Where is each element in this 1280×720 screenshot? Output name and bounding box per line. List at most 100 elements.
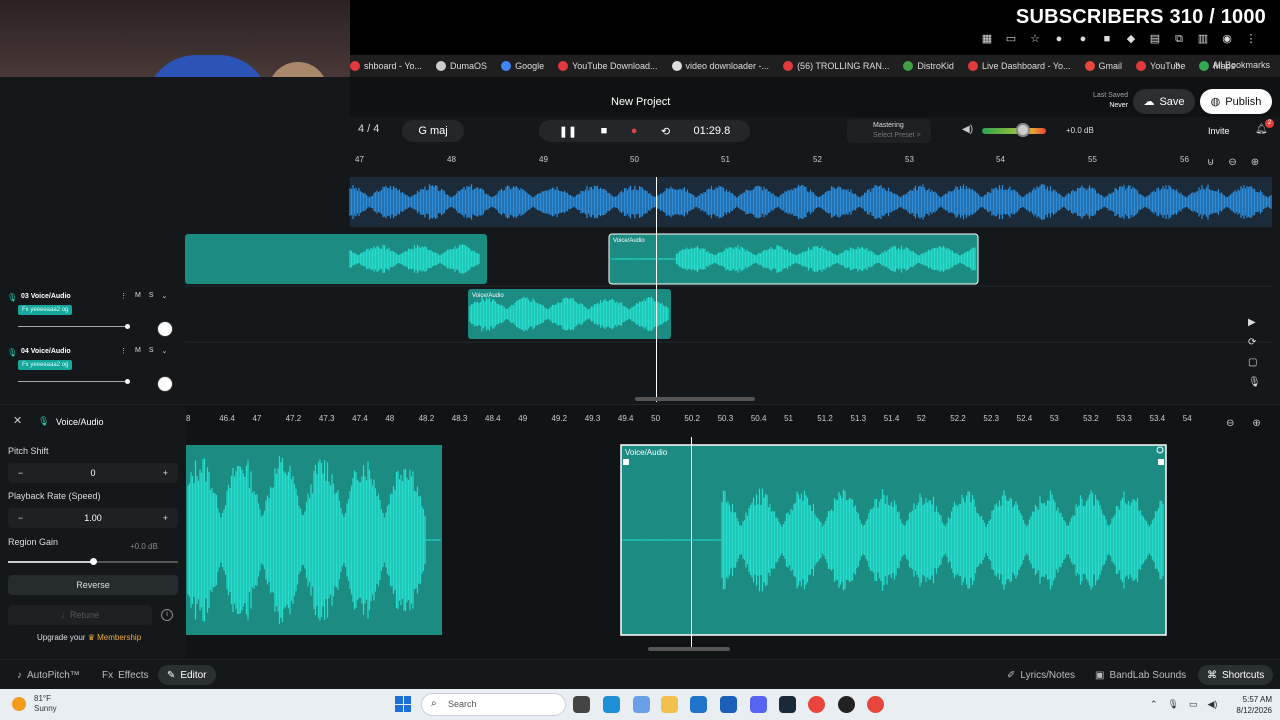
tab-editor[interactable]: ✎ Editor [158, 665, 216, 685]
network-icon[interactable]: ▭ [1189, 699, 1198, 710]
tab-effects[interactable]: Fx Effects [93, 665, 158, 685]
record-icon[interactable]: ● [631, 125, 638, 137]
extensions-puzzle-icon[interactable]: ⧉ [1172, 32, 1186, 46]
system-clock[interactable]: 5:57 AM 8/12/2026 [1222, 694, 1272, 716]
mute-volume-icon[interactable]: ◀) [962, 124, 973, 135]
tab-lyrics[interactable]: ✐ Lyrics/Notes [998, 665, 1084, 685]
region-gain-handle[interactable] [90, 558, 97, 565]
retune-button[interactable]: ♩ Retune [8, 605, 152, 625]
fx-chip[interactable]: Fx yeeeeaaa2 og [18, 305, 73, 315]
steam-icon[interactable] [779, 696, 796, 713]
track-volume-handle[interactable] [125, 324, 130, 329]
sidebar-icon[interactable]: ▥ [1196, 32, 1210, 46]
track-name[interactable]: 04 Voice/Audio [21, 348, 71, 355]
track-volume-slider[interactable] [18, 326, 128, 327]
clip-trim-handle-left[interactable] [623, 459, 629, 465]
zoom-in-icon[interactable]: ⊕ [1252, 418, 1260, 429]
tab-shortcuts[interactable]: ⌘ Shortcuts [1198, 665, 1274, 685]
weather-widget[interactable]: 81°F Sunny [34, 694, 57, 714]
bookmark-item[interactable]: video downloader -... [671, 61, 769, 71]
bookmark-item[interactable]: shboard - Yo... [350, 61, 422, 71]
zoom-out-icon[interactable]: ⊖ [1228, 157, 1236, 168]
close-icon[interactable]: ✕ [13, 414, 22, 427]
windows-start-icon[interactable] [395, 696, 411, 712]
clip-trim-handle-right[interactable] [1158, 459, 1164, 465]
chat-icon[interactable]: ▢ [1248, 357, 1261, 368]
pan-knob[interactable] [157, 376, 173, 392]
editor-scrollbar[interactable] [648, 647, 730, 651]
solo-button[interactable]: S [149, 292, 154, 300]
menu-kebab-icon[interactable]: ⋮ [1244, 32, 1258, 46]
master-volume-slider[interactable] [982, 128, 1046, 134]
bookmark-item[interactable]: DistroKid [903, 61, 954, 71]
extension-icon-5[interactable]: ▤ [1148, 32, 1162, 46]
track-name[interactable]: 03 Voice/Audio [21, 293, 71, 300]
extension-icon-1[interactable]: ● [1052, 32, 1066, 46]
more-icon[interactable]: ⋮ [120, 292, 127, 300]
track-volume-slider[interactable] [18, 381, 128, 382]
reading-mode-icon[interactable]: ▦ [980, 32, 994, 46]
zoom-in-icon[interactable]: ⊕ [1251, 157, 1259, 168]
magnet-icon[interactable]: ⊍ [1207, 157, 1214, 168]
outlook-icon[interactable] [690, 696, 707, 713]
info-icon[interactable]: i [161, 609, 173, 621]
track-header-04[interactable]: 🎙︎ 04 Voice/Audio Fx yeeeeaaa2 og ⋮ M S … [0, 347, 185, 396]
discord-icon[interactable] [750, 696, 767, 713]
upgrade-link[interactable]: Upgrade your ♛ Membership [37, 633, 141, 642]
invite-button[interactable]: Invite [1208, 126, 1230, 136]
reverse-button[interactable]: Reverse [8, 575, 178, 595]
bookmark-item[interactable]: YouTube Download... [558, 61, 658, 71]
chevron-down-icon[interactable]: ⌄ [162, 292, 168, 300]
microphone-icon[interactable]: 🎙︎ [1168, 699, 1179, 710]
more-icon[interactable]: ⋮ [120, 347, 127, 355]
file-explorer-icon[interactable] [661, 696, 678, 713]
store-icon[interactable] [720, 696, 737, 713]
loop-region-icon[interactable]: ⟳ [1248, 337, 1261, 348]
key-selector[interactable]: G maj [402, 120, 464, 142]
track-header-03[interactable]: 🎙︎ 03 Voice/Audio Fx yeeeeaaa2 og ⋮ M S … [0, 292, 185, 341]
tab-bandlab-sounds[interactable]: ▣ BandLab Sounds [1086, 665, 1195, 685]
plus-icon[interactable]: + [163, 513, 168, 523]
track-volume-handle[interactable] [125, 379, 130, 384]
bookmark-item[interactable]: Gmail [1084, 61, 1122, 71]
tab-autopitch[interactable]: ♪ AutoPitch™ [8, 665, 89, 685]
edge-icon[interactable] [603, 696, 620, 713]
star-icon[interactable]: ☆ [1028, 32, 1042, 46]
fx-chip[interactable]: Fx yeeeeaaa2 og [18, 360, 73, 370]
mastering-selector[interactable]: Mastering Select Preset > [847, 119, 931, 143]
bookmark-item[interactable]: Google [501, 61, 544, 71]
chrome-profile-icon[interactable] [867, 696, 884, 713]
obs-icon[interactable] [838, 696, 855, 713]
chevron-down-icon[interactable]: ⌄ [162, 347, 168, 355]
mute-button[interactable]: M [135, 292, 141, 300]
timeline-scrollbar[interactable] [635, 397, 755, 401]
play-icon[interactable]: ▶ [1248, 317, 1261, 328]
extension-icon-2[interactable]: ● [1076, 32, 1090, 46]
extension-icon-3[interactable]: ■ [1100, 32, 1114, 46]
editor-ruler[interactable]: 8 46.4 47 47.2 47.3 47.4 48 48.2 48.3 48.4 49 49.2 4… [186, 411, 1216, 427]
bookmark-item[interactable]: Live Dashboard - Yo... [967, 61, 1071, 71]
chrome-icon[interactable] [808, 696, 825, 713]
copilot-icon[interactable] [633, 696, 650, 713]
minus-icon[interactable]: − [18, 468, 23, 478]
project-title[interactable]: New Project [611, 96, 670, 108]
taskbar-search[interactable]: ⌕ Search [421, 693, 566, 716]
microphone-icon[interactable]: 🎙︎ [1248, 377, 1261, 388]
bookmarks-overflow-button[interactable]: » [1174, 59, 1180, 70]
cast-icon[interactable]: ▭ [1004, 32, 1018, 46]
bookmark-item[interactable]: DumaOS [436, 61, 487, 71]
chevron-up-icon[interactable]: ⌃ [1150, 699, 1158, 710]
stop-icon[interactable]: ■ [601, 125, 608, 137]
master-volume-handle[interactable] [1016, 123, 1030, 137]
solo-button[interactable]: S [149, 347, 154, 355]
playhead[interactable] [656, 177, 657, 402]
timeline-ruler[interactable]: 47 48 49 50 51 52 53 54 55 56 [350, 152, 1280, 172]
publish-button[interactable]: ◍ Publish [1200, 89, 1272, 114]
playback-rate-value[interactable]: 1.00 [84, 513, 102, 523]
task-view-icon[interactable] [573, 696, 590, 713]
editor-playhead[interactable] [691, 437, 692, 649]
time-signature[interactable]: 4 / 4 [358, 123, 379, 135]
extension-icon-4[interactable]: ◆ [1124, 32, 1138, 46]
minus-icon[interactable]: − [18, 513, 23, 523]
save-button[interactable]: ☁ Save [1133, 89, 1195, 114]
